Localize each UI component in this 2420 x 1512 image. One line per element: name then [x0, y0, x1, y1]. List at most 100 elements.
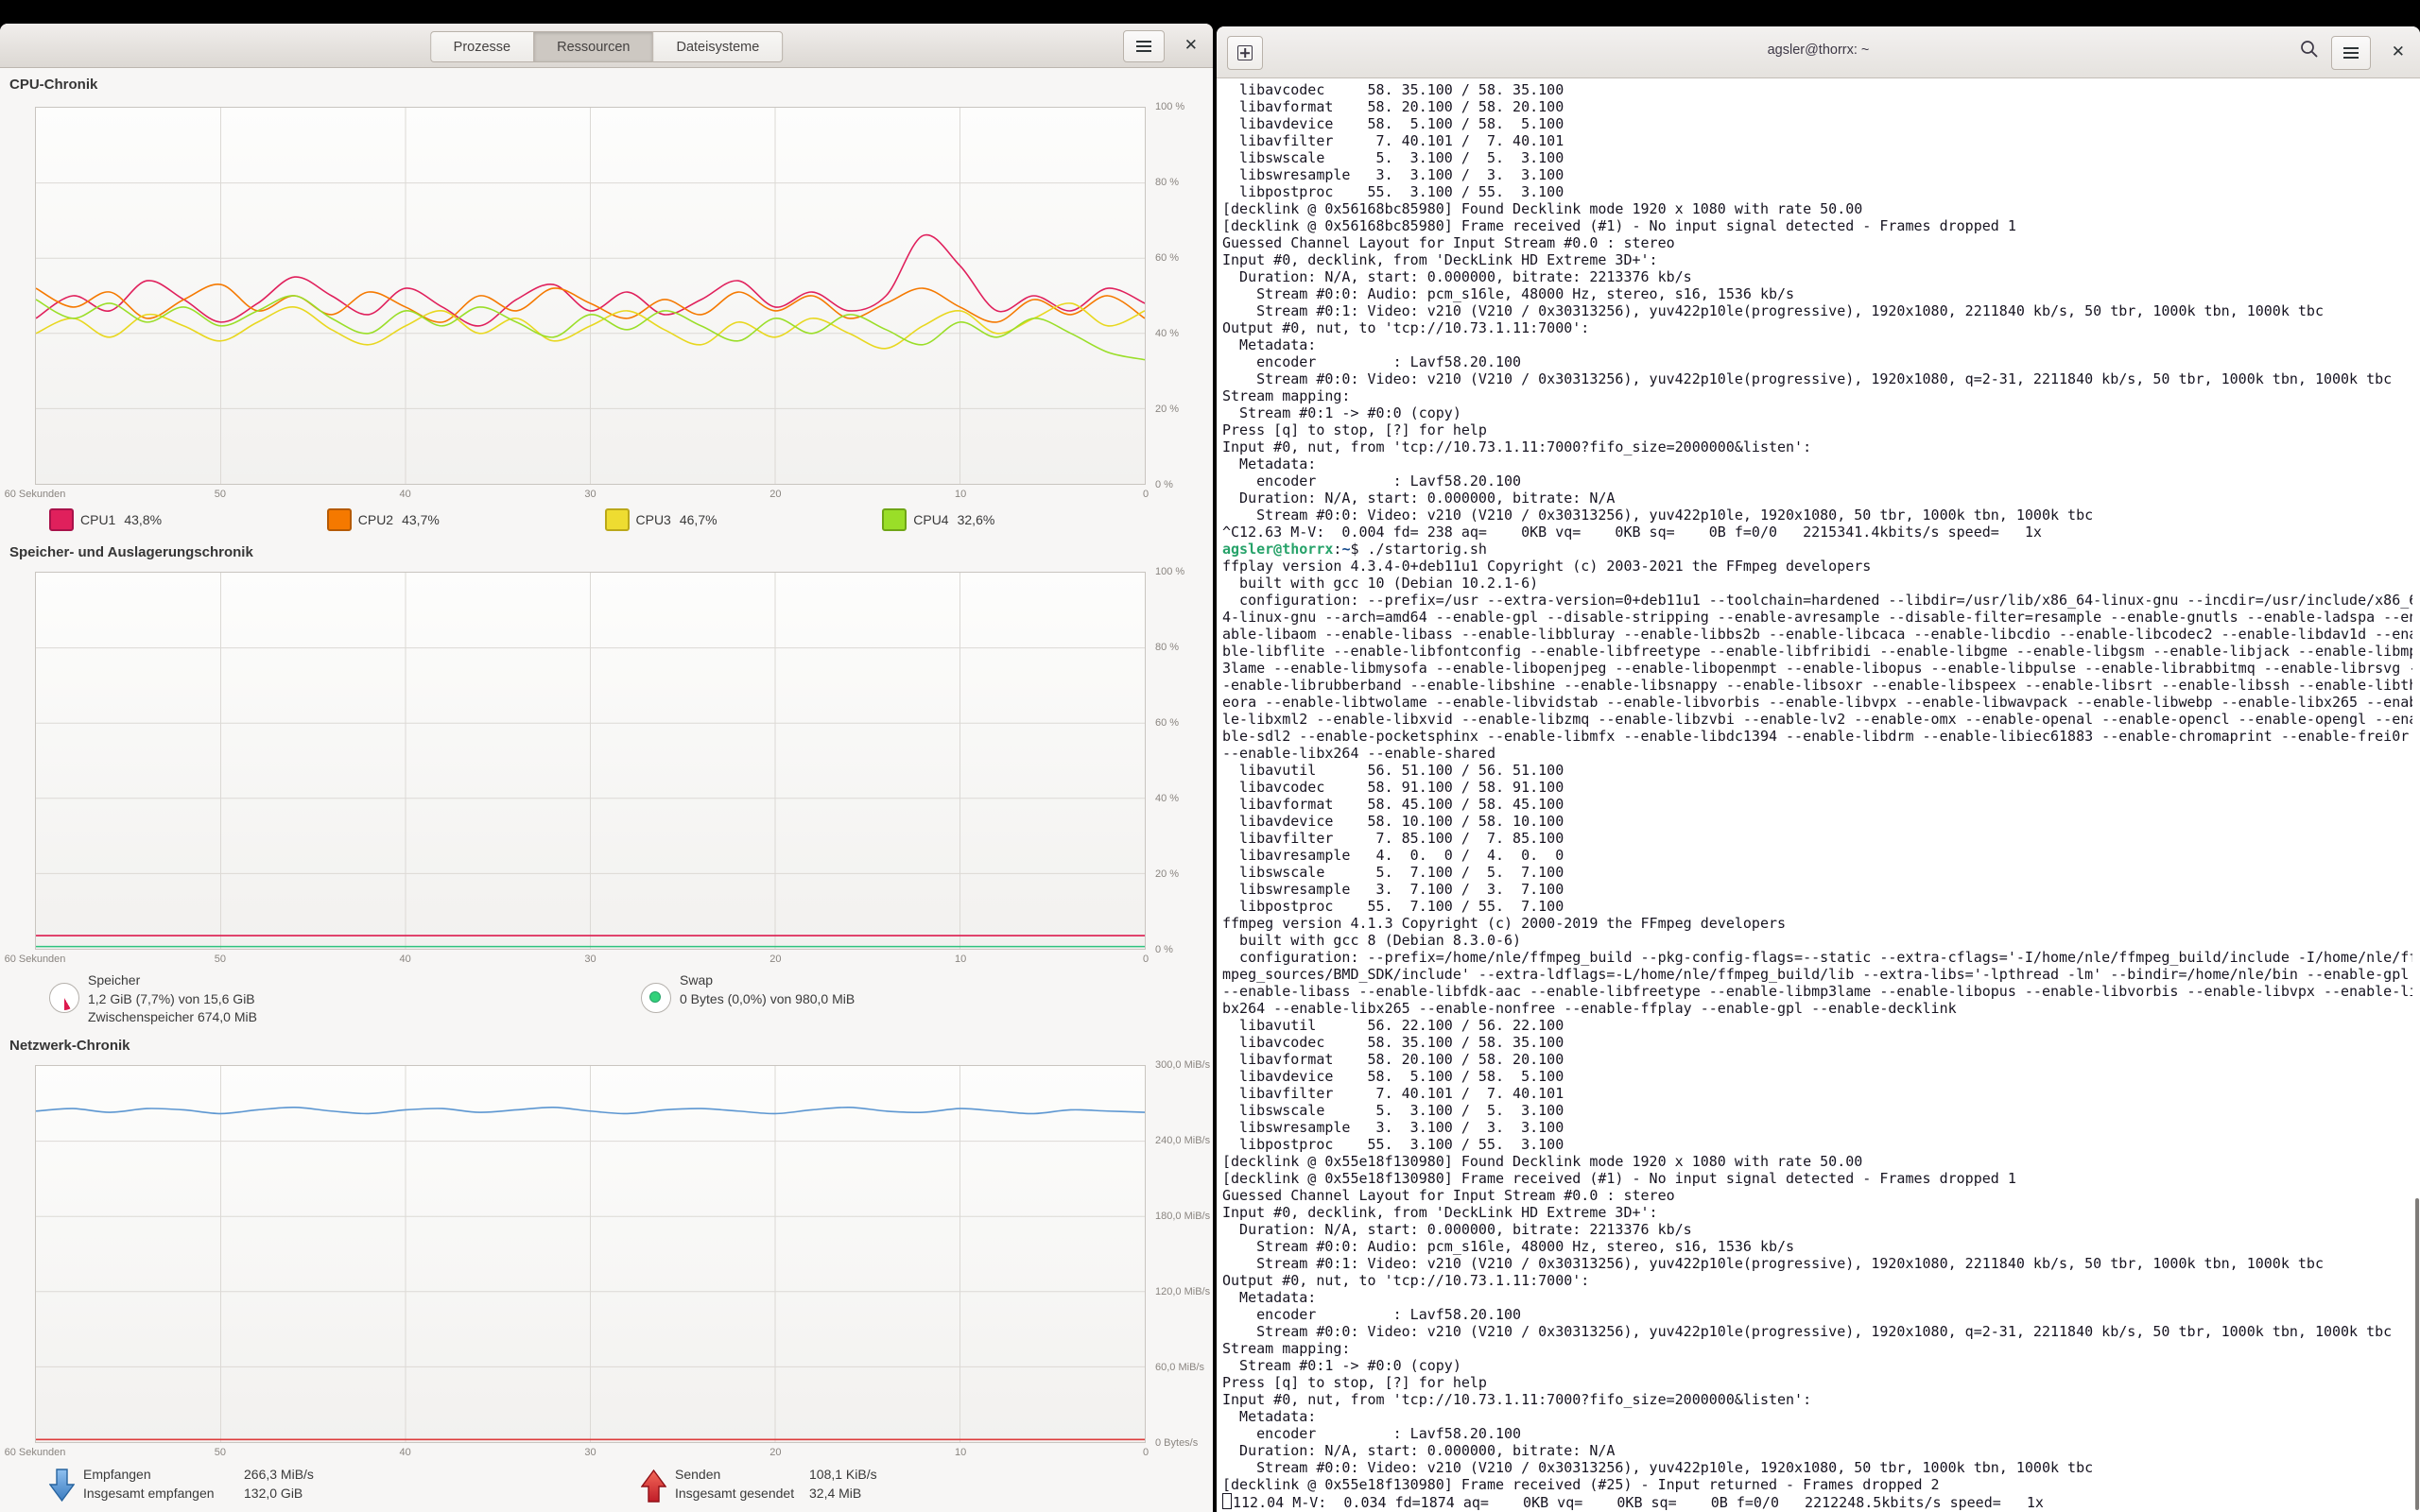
- net-value: 108,1 KiB/s: [809, 1466, 877, 1485]
- tab-dateisysteme[interactable]: Dateisysteme: [652, 31, 783, 62]
- terminal-line: ffplay version 4.3.4-0+deb11u1 Copyright…: [1222, 558, 2412, 575]
- y-tick-label: 20 %: [1155, 404, 1179, 415]
- cpu-color-swatch: [605, 508, 630, 531]
- terminal-text: $ ./startorig.sh: [1350, 541, 1487, 558]
- legend-row-line: Empfangen266,3 MiB/s: [83, 1466, 314, 1485]
- y-tick-label: 80 %: [1155, 177, 1179, 188]
- legend-value-line: 0 Bytes (0,0%) von 980,0 MiB: [680, 990, 855, 1009]
- terminal-line: libswscale 5. 3.100 / 5. 3.100: [1222, 1102, 2412, 1119]
- terminal-menu-button[interactable]: [2331, 36, 2371, 70]
- download-arrow-icon: [49, 1469, 75, 1507]
- cpu-name: CPU1: [80, 512, 115, 527]
- terminal-line: libswscale 5. 7.100 / 5. 7.100: [1222, 864, 2412, 881]
- swap-gauge-icon: [641, 983, 671, 1013]
- terminal-line: Input #0, nut, from 'tcp://10.73.1.11:70…: [1222, 1391, 2412, 1408]
- x-tick-label: 60 Sekunden: [5, 1447, 66, 1458]
- close-icon[interactable]: ✕: [2392, 42, 2405, 62]
- memory-legend: Speicher1,2 GiB (7,7%) von 15,6 GiBZwisc…: [35, 971, 1146, 1033]
- legend-item-cpu2[interactable]: CPU243,7%: [327, 508, 440, 531]
- terminal-line: encoder : Lavf58.20.100: [1222, 472, 2412, 490]
- terminal-line: Metadata:: [1222, 336, 2412, 353]
- terminal-line: Stream #0:1: Video: v210 (V210 / 0x30313…: [1222, 1255, 2412, 1272]
- terminal-line: libavdevice 58. 5.100 / 58. 5.100: [1222, 115, 2412, 132]
- network-y-axis-labels: 300,0 MiB/s240,0 MiB/s180,0 MiB/s120,0 M…: [1155, 1065, 1212, 1443]
- search-icon[interactable]: [2299, 39, 2320, 64]
- terminal-line: [decklink @ 0x56168bc85980] Found Deckli…: [1222, 200, 2412, 217]
- net-label: Insgesamt gesendet: [675, 1485, 809, 1503]
- terminal-line: agsler@thorrx:~$ ./startorig.sh: [1222, 541, 2412, 558]
- terminal-line: Stream mapping:: [1222, 387, 2412, 404]
- terminal-screen[interactable]: libavcodec 58. 35.100 / 58. 35.100 libav…: [1222, 77, 2412, 1512]
- y-tick-label: 40 %: [1155, 793, 1179, 804]
- memory-y-axis-labels: 100 %80 %60 %40 %20 %0 %: [1155, 572, 1212, 950]
- cpu-y-axis-labels: 100 %80 %60 %40 %20 %0 %: [1155, 107, 1212, 485]
- terminal-line: Guessed Channel Layout for Input Stream …: [1222, 234, 2412, 251]
- terminal-line: Press [q] to stop, [?] for help: [1222, 1374, 2412, 1391]
- legend-row-line: Insgesamt gesendet32,4 MiB: [675, 1485, 877, 1503]
- network-section-title: Netzwerk-Chronik: [9, 1038, 130, 1054]
- cpu-name: CPU4: [913, 512, 948, 527]
- terminal-line: Stream #0:1 -> #0:0 (copy): [1222, 1357, 2412, 1374]
- terminal-line: Guessed Channel Layout for Input Stream …: [1222, 1187, 2412, 1204]
- memory-pie-fill: [52, 986, 77, 1010]
- terminal-line: Input #0, decklink, from 'DeckLink HD Ex…: [1222, 1204, 2412, 1221]
- tab-ressourcen[interactable]: Ressourcen: [533, 31, 652, 62]
- legend-title: Swap: [680, 971, 855, 990]
- y-tick-label: 60 %: [1155, 717, 1179, 729]
- legend-value-line: 1,2 GiB (7,7%) von 15,6 GiB: [88, 990, 257, 1009]
- close-icon[interactable]: ✕: [1184, 35, 1198, 56]
- cpu-section-title: CPU-Chronik: [9, 77, 97, 93]
- terminal-line: Output #0, nut, to 'tcp://10.73.1.11:700…: [1222, 319, 2412, 336]
- legend-item-speicher[interactable]: Speicher1,2 GiB (7,7%) von 15,6 GiBZwisc…: [49, 971, 257, 1027]
- view-tabs: ProzesseRessourcenDateisysteme: [430, 31, 784, 62]
- terminal-line: ble-libflite --enable-libfontconfig --en…: [1222, 643, 2412, 660]
- terminal-scrollbar[interactable]: [2415, 1198, 2419, 1510]
- x-tick-label: 0: [1143, 1447, 1149, 1458]
- legend-item-cpu1[interactable]: CPU1 43,8%: [49, 508, 162, 531]
- terminal-line: libavresample 4. 0. 0 / 4. 0. 0: [1222, 847, 2412, 864]
- x-tick-label: 40: [400, 489, 411, 500]
- terminal-line: mpeg_sources/BMD_SDK/include' --extra-ld…: [1222, 966, 2412, 983]
- legend-row-line: Insgesamt empfangen132,0 GiB: [83, 1485, 314, 1503]
- cpu-percent: 43,8%: [124, 512, 162, 527]
- terminal-line: libavformat 58. 45.100 / 58. 45.100: [1222, 796, 2412, 813]
- x-tick-label: 60 Sekunden: [5, 954, 66, 965]
- terminal-line: Stream #0:0: Audio: pcm_s16le, 48000 Hz,…: [1222, 285, 2412, 302]
- terminal-line: Duration: N/A, start: 0.000000, bitrate:…: [1222, 490, 2412, 507]
- tab-prozesse[interactable]: Prozesse: [430, 31, 533, 62]
- y-tick-label: 120,0 MiB/s: [1155, 1286, 1210, 1297]
- y-tick-label: 60,0 MiB/s: [1155, 1362, 1204, 1373]
- legend-item-empfangen[interactable]: Empfangen266,3 MiB/sInsgesamt empfangen1…: [49, 1466, 314, 1507]
- terminal-title: agsler@thorrx: ~: [1217, 43, 2420, 58]
- cpu-legend: CPU1 43,8% CPU243,7% CPU346,7% CPU4 32,6%: [35, 508, 1146, 533]
- terminal-line: [decklink @ 0x56168bc85980] Frame receiv…: [1222, 217, 2412, 234]
- terminal-line: Stream #0:1 -> #0:0 (copy): [1222, 404, 2412, 421]
- terminal-line: libswscale 5. 3.100 / 5. 3.100: [1222, 149, 2412, 166]
- legend-item-cpu4[interactable]: CPU4 32,6%: [882, 508, 994, 531]
- terminal-line: libavfilter 7. 85.100 / 7. 85.100: [1222, 830, 2412, 847]
- legend-text: Senden108,1 KiB/sInsgesamt gesendet32,4 …: [675, 1466, 877, 1507]
- memory-gauge-icon: [49, 983, 79, 1013]
- terminal-headerbar: agsler@thorrx: ~ ✕: [1217, 26, 2420, 78]
- menu-button[interactable]: [1123, 30, 1165, 62]
- x-tick-label: 30: [584, 489, 596, 500]
- terminal-line: [decklink @ 0x55e18f130980] Found Deckli…: [1222, 1153, 2412, 1170]
- network-x-axis-labels: 60 Sekunden50403020100: [0, 1447, 1213, 1460]
- upload-arrow-icon: [641, 1469, 666, 1507]
- terminal-line: --enable-libass --enable-libfdk-aac --en…: [1222, 983, 2412, 1000]
- y-tick-label: 100 %: [1155, 566, 1184, 577]
- prompt-user-host: agsler@thorrx: [1222, 541, 1333, 558]
- x-tick-label: 20: [769, 489, 781, 500]
- terminal-line: configuration: --prefix=/usr --extra-ver…: [1222, 592, 2412, 609]
- legend-item-senden[interactable]: Senden108,1 KiB/sInsgesamt gesendet32,4 …: [641, 1466, 877, 1507]
- terminal-line: built with gcc 8 (Debian 8.3.0-6): [1222, 932, 2412, 949]
- network-legend: Empfangen266,3 MiB/sInsgesamt empfangen1…: [35, 1466, 1146, 1511]
- y-tick-label: 300,0 MiB/s: [1155, 1059, 1210, 1071]
- legend-item-cpu3[interactable]: CPU346,7%: [605, 508, 717, 531]
- terminal-line: 3lame --enable-libmysofa --enable-libope…: [1222, 660, 2412, 677]
- legend-item-swap[interactable]: Swap0 Bytes (0,0%) von 980,0 MiB: [641, 971, 855, 1013]
- terminal-line: Stream #0:1: Video: v210 (V210 / 0x30313…: [1222, 302, 2412, 319]
- cpu-percent: 32,6%: [958, 512, 995, 527]
- memory-x-axis-labels: 60 Sekunden50403020100: [0, 954, 1213, 967]
- terminal-line: libavcodec 58. 91.100 / 58. 91.100: [1222, 779, 2412, 796]
